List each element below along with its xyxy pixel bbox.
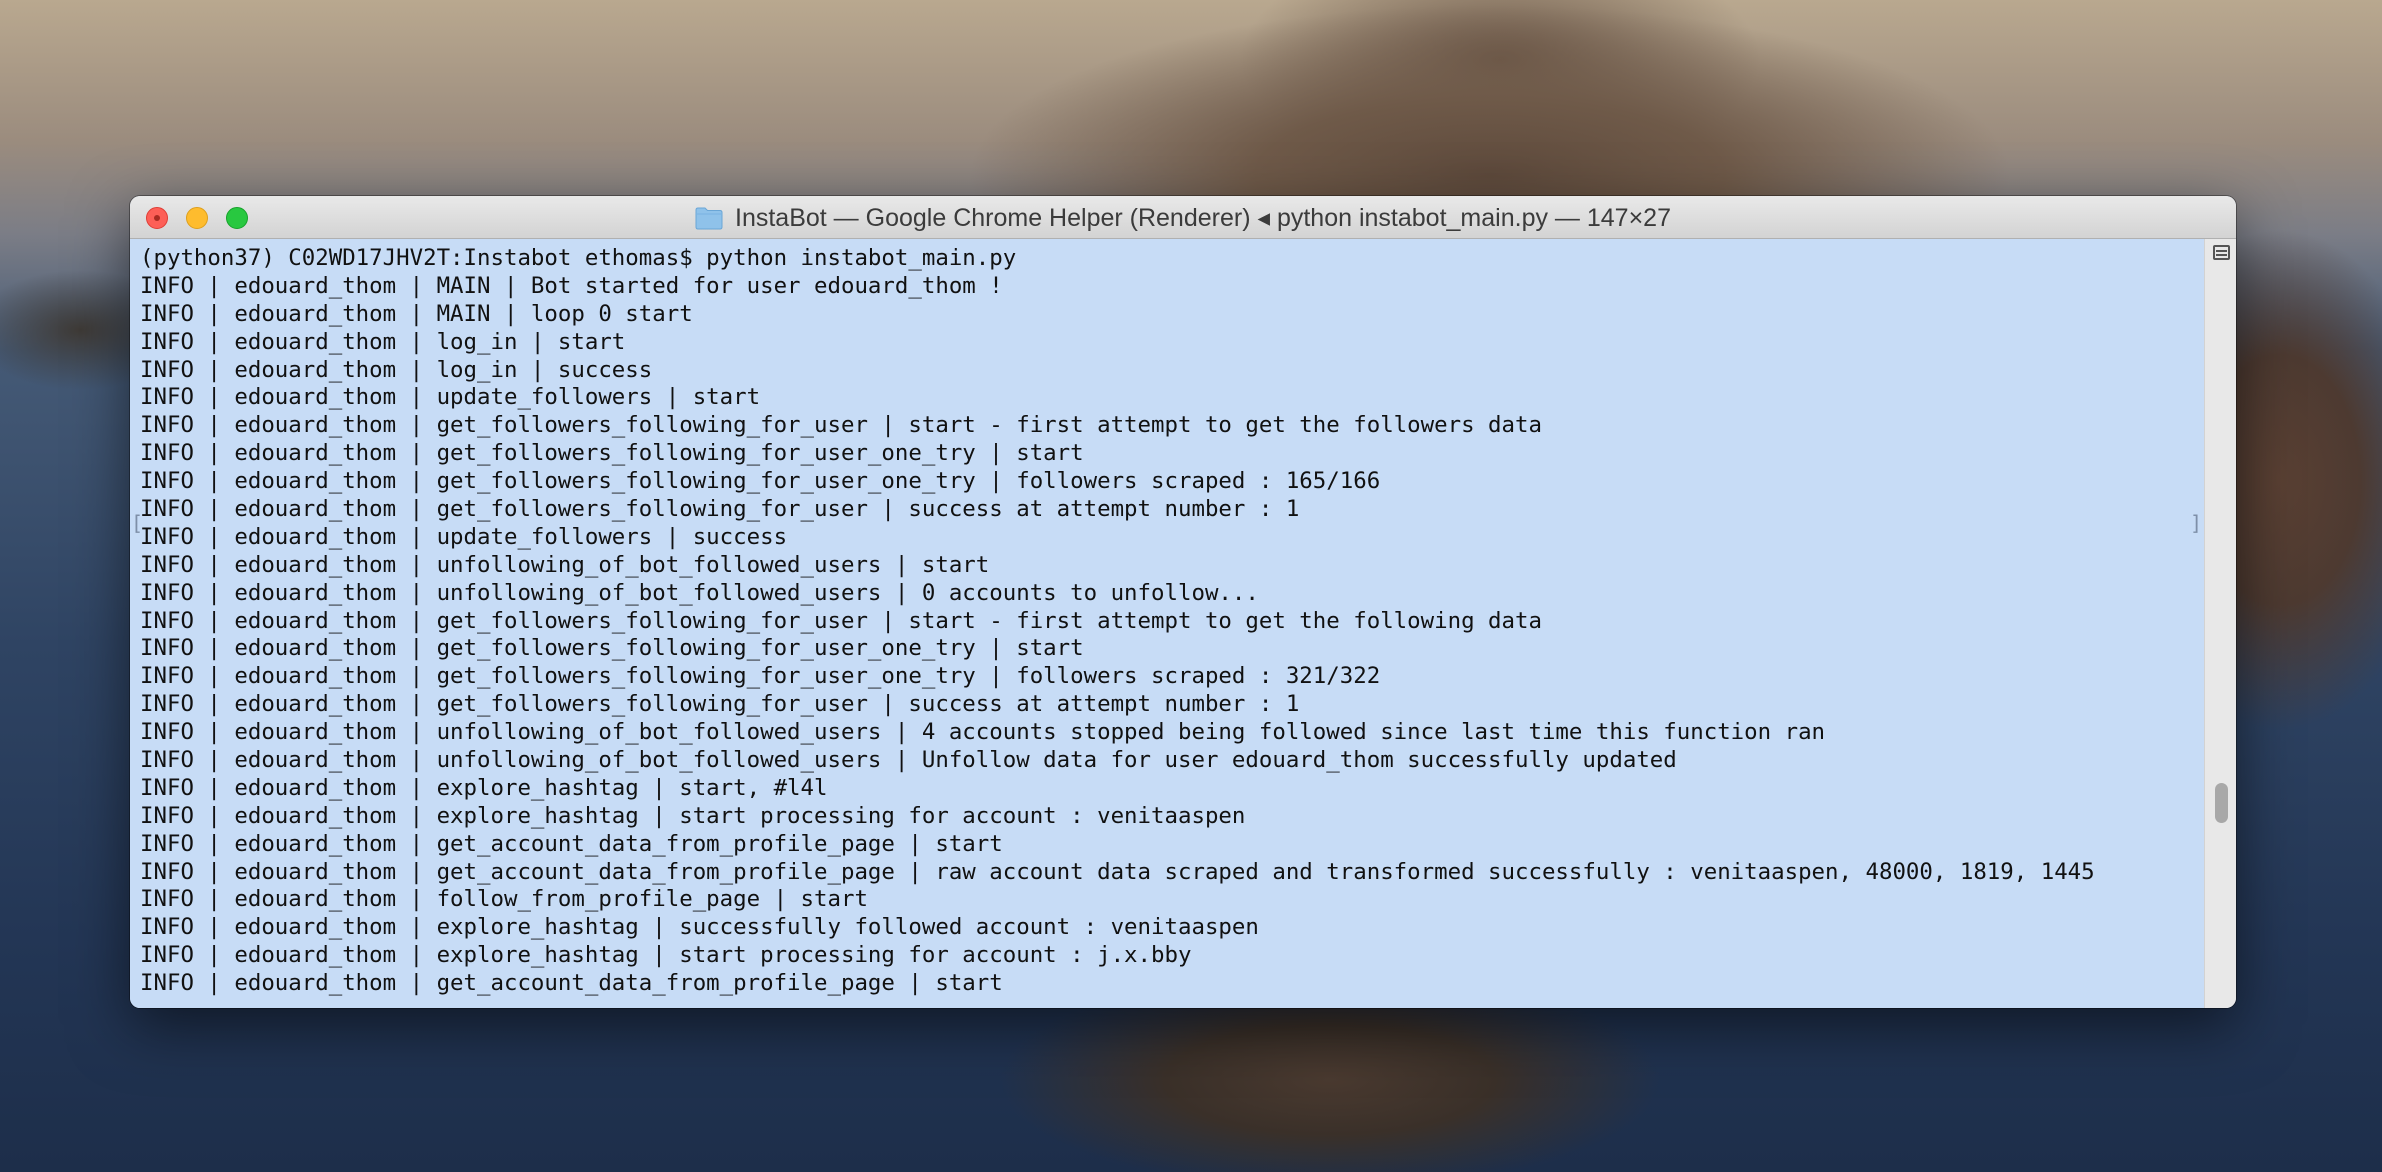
terminal-line: INFO | edouard_thom | update_followers |… — [140, 384, 761, 411]
terminal-line: INFO | edouard_thom | follow_from_profil… — [140, 886, 868, 913]
terminal-window: InstaBot — Google Chrome Helper (Rendere… — [130, 196, 2236, 1008]
terminal-line: INFO | edouard_thom | explore_hashtag | … — [140, 914, 1259, 941]
terminal-line: INFO | edouard_thom | explore_hashtag | … — [140, 774, 828, 801]
terminal-line: INFO | edouard_thom | unfollowing_of_bot… — [140, 719, 1826, 746]
terminal-lines: (python37) C02WD17JHV2T:Instabot ethomas… — [130, 239, 2204, 998]
terminal-line: INFO | edouard_thom | explore_hashtag | … — [140, 942, 1192, 969]
terminal-line: INFO | edouard_thom | unfollowing_of_bot… — [140, 579, 1259, 606]
line-mark-right: ] — [2190, 511, 2203, 535]
terminal-line: INFO | edouard_thom | get_followers_foll… — [140, 468, 1381, 495]
terminal-line: INFO | edouard_thom | explore_hashtag | … — [140, 802, 1246, 829]
terminal-line: INFO | edouard_thom | get_followers_foll… — [140, 440, 1084, 467]
terminal-line: INFO | edouard_thom | get_followers_foll… — [140, 496, 1300, 523]
terminal-line: INFO | edouard_thom | get_followers_foll… — [140, 635, 1084, 662]
terminal-line: INFO | edouard_thom | MAIN | loop 0 star… — [140, 300, 693, 327]
terminal-line: INFO | edouard_thom | unfollowing_of_bot… — [140, 747, 1677, 774]
terminal-line: INFO | edouard_thom | get_followers_foll… — [140, 607, 1542, 634]
terminal-line: INFO | edouard_thom | get_account_data_f… — [140, 830, 1003, 857]
scrollbar-thumb[interactable] — [2215, 783, 2228, 823]
terminal-line: INFO | edouard_thom | get_followers_foll… — [140, 691, 1300, 718]
title-bar[interactable]: InstaBot — Google Chrome Helper (Rendere… — [130, 196, 2236, 239]
terminal-line: INFO | edouard_thom | unfollowing_of_bot… — [140, 551, 990, 578]
terminal-line: INFO | edouard_thom | get_account_data_f… — [140, 858, 2095, 885]
terminal-line: INFO | edouard_thom | log_in | success — [140, 356, 653, 383]
terminal-line: INFO | edouard_thom | update_followers |… — [140, 523, 788, 550]
folder-icon — [695, 207, 723, 229]
window-title-container: InstaBot — Google Chrome Helper (Rendere… — [130, 196, 2236, 239]
terminal-line: INFO | edouard_thom | log_in | start — [140, 328, 626, 355]
vertical-scrollbar[interactable] — [2204, 239, 2236, 1008]
terminal-line: INFO | edouard_thom | get_followers_foll… — [140, 663, 1381, 690]
terminal-line: INFO | edouard_thom | MAIN | Bot started… — [140, 272, 1003, 299]
terminal-line: (python37) C02WD17JHV2T:Instabot ethomas… — [140, 245, 1017, 271]
line-mark-left: [ — [131, 511, 144, 535]
split-pane-icon[interactable] — [2213, 245, 2230, 260]
terminal-line: INFO | edouard_thom | get_account_data_f… — [140, 970, 1003, 997]
terminal-line: INFO | edouard_thom | get_followers_foll… — [140, 412, 1542, 439]
terminal-output[interactable]: (python37) C02WD17JHV2T:Instabot ethomas… — [130, 239, 2204, 1008]
window-title: InstaBot — Google Chrome Helper (Rendere… — [735, 203, 1671, 232]
